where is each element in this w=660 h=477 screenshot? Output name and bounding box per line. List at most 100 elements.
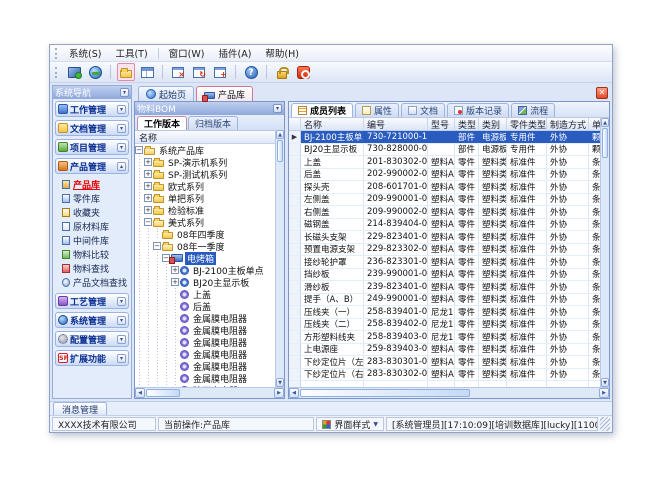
tree-node[interactable]: +SP-演示机系列 bbox=[135, 156, 275, 168]
scroll-down-icon[interactable]: ▼ bbox=[601, 378, 609, 387]
sidebar-item-1[interactable]: 零件库 bbox=[62, 192, 129, 204]
sidebar-group-3[interactable]: 产品管理▴ bbox=[55, 158, 129, 174]
message-manager-tab[interactable]: 消息管理 bbox=[53, 402, 107, 415]
table-row[interactable]: 磁钢盖214-839404-01X塑料ABS零件塑料类标准件外协条 bbox=[289, 219, 600, 232]
sidebar-item-2[interactable]: 收藏夹 bbox=[62, 206, 129, 218]
scrollbar-thumb[interactable] bbox=[146, 389, 180, 397]
chevron-up-icon[interactable]: ▴ bbox=[117, 162, 126, 171]
scroll-left-icon[interactable]: ◀ bbox=[289, 388, 299, 398]
scrollbar-track[interactable] bbox=[471, 388, 599, 398]
scrollbar-thumb[interactable] bbox=[602, 128, 608, 158]
table-row[interactable]: 右侧盖209-990002-01X塑料ABS零件塑料类标准件外协条 bbox=[289, 206, 600, 219]
sidebar-item-6[interactable]: 物料查找 bbox=[62, 262, 129, 274]
tree-node[interactable]: +BJ20主显示板 bbox=[135, 276, 275, 288]
column-header-type[interactable]: 类型 bbox=[455, 118, 479, 130]
tree-node[interactable]: −系统产品库 bbox=[135, 144, 275, 156]
close-tab-button[interactable]: ✕ bbox=[596, 87, 608, 99]
column-header-category[interactable]: 类别 bbox=[479, 118, 507, 130]
chevron-down-icon[interactable]: ▾ bbox=[117, 143, 126, 152]
document-tab-0[interactable]: 起始页 bbox=[138, 86, 194, 101]
members-tab-3[interactable]: 版本记录 bbox=[447, 103, 509, 117]
chevron-down-icon[interactable]: ▾ bbox=[117, 105, 126, 114]
tree-column-header[interactable]: 名称 bbox=[135, 131, 275, 144]
members-tab-4[interactable]: 流程 bbox=[511, 103, 555, 117]
chevron-down-icon[interactable]: ▾ bbox=[117, 297, 126, 306]
drag-grip[interactable] bbox=[55, 67, 58, 78]
tree-vertical-scrollbar[interactable]: ▲ ▼ bbox=[275, 130, 284, 387]
version-tab-0[interactable]: 工作版本 bbox=[137, 116, 187, 130]
chevron-down-icon[interactable]: ▾ bbox=[117, 335, 126, 344]
grid-vertical-scrollbar[interactable]: ▲ ▼ bbox=[600, 118, 609, 387]
sidebar-group-6[interactable]: 配置管理▾ bbox=[55, 331, 129, 347]
table-row[interactable]: 挡纱板239-990001-01X塑料ABS零件塑料类标准件外协条 bbox=[289, 269, 600, 282]
sidebar-group-0[interactable]: 工作管理▾ bbox=[55, 101, 129, 117]
scrollbar-thumb[interactable] bbox=[300, 389, 470, 397]
sidebar-group-7[interactable]: 扩展功能▾ bbox=[55, 350, 129, 366]
sidebar-item-3[interactable]: 原材料库 bbox=[62, 220, 129, 232]
table-row[interactable]: 提手（A、B）249-990001-01X塑料ABS零件塑料类标准件外协条 bbox=[289, 294, 600, 307]
scroll-down-icon[interactable]: ▼ bbox=[276, 378, 284, 387]
expander-icon[interactable]: + bbox=[144, 170, 152, 178]
table-row[interactable]: 接纱轮护罩236-823301-00X塑料ABS零件塑料类标准件外协条 bbox=[289, 256, 600, 269]
expander-icon[interactable]: + bbox=[144, 182, 152, 190]
drag-grip[interactable] bbox=[55, 48, 58, 59]
sidebar-item-0[interactable]: 产品库 bbox=[62, 178, 129, 190]
sidebar-item-5[interactable]: 物料比较 bbox=[62, 248, 129, 260]
table-row[interactable]: 后盖202-990002-01X塑料ABS零件塑料类标准件外协条 bbox=[289, 169, 600, 182]
scrollbar-thumb[interactable] bbox=[277, 140, 283, 162]
table-row[interactable]: 下纱定位片（右）283-830302-00X塑料ABS零件塑料类标准件外协条 bbox=[289, 369, 600, 382]
tree-node[interactable]: +BJ-2100主板单点 bbox=[135, 264, 275, 276]
tree-node[interactable]: +检验标准 bbox=[135, 204, 275, 216]
chevron-down-icon[interactable]: ▾ bbox=[117, 316, 126, 325]
menu-tools[interactable]: 工具(T) bbox=[108, 45, 154, 61]
scrollbar-track[interactable] bbox=[601, 159, 609, 378]
chevron-down-icon[interactable]: ▾ bbox=[117, 354, 126, 363]
members-tab-1[interactable]: 属性 bbox=[355, 103, 399, 117]
scroll-right-icon[interactable]: ▶ bbox=[599, 388, 609, 398]
expander-icon[interactable]: − bbox=[144, 218, 152, 226]
tree-node[interactable]: +欧式系列 bbox=[135, 180, 275, 192]
column-header-part_type[interactable]: 零件类型 bbox=[507, 118, 547, 130]
tree-node[interactable]: 08年四季度 bbox=[135, 228, 275, 240]
tree-horizontal-scrollbar[interactable]: ◀ ▶ bbox=[135, 387, 284, 398]
refresh-window-button[interactable] bbox=[190, 63, 208, 81]
table-row[interactable]: 左侧盖209-990001-01X塑料ABS零件塑料类标准件外协条 bbox=[289, 194, 600, 207]
table-row[interactable]: 上盖201-830302-00X塑料ABS零件塑料类标准件外协条 bbox=[289, 156, 600, 169]
table-row[interactable]: 压线夹（二）258-839402-00X尼龙1010零件塑料类标准件外协条 bbox=[289, 319, 600, 332]
expander-icon[interactable]: + bbox=[144, 206, 152, 214]
resize-grip[interactable] bbox=[600, 417, 610, 431]
scroll-right-icon[interactable]: ▶ bbox=[274, 388, 284, 398]
scroll-left-icon[interactable]: ◀ bbox=[135, 388, 145, 398]
table-row[interactable]: 压线夹（一）258-839401-00X尼龙1010零件塑料类标准件外协条 bbox=[289, 306, 600, 319]
table-row[interactable]: 长磁头支架229-823401-00X塑料ABS零件塑料类标准件外协条 bbox=[289, 231, 600, 244]
sidebar-group-5[interactable]: 系统管理▾ bbox=[55, 312, 129, 328]
table-row[interactable]: 方形塑料线夹258-839403-00X尼龙1010零件塑料类标准件外协条 bbox=[289, 331, 600, 344]
table-row[interactable]: 预置电源支架229-823302-00X塑料ABS零件塑料类标准件外协条 bbox=[289, 244, 600, 257]
expander-icon[interactable]: + bbox=[144, 158, 152, 166]
help-button[interactable] bbox=[242, 63, 260, 81]
version-tab-1[interactable]: 归档版本 bbox=[188, 116, 238, 130]
sidebar-group-1[interactable]: 文档管理▾ bbox=[55, 120, 129, 136]
web-button[interactable] bbox=[86, 63, 104, 81]
tree-node[interactable]: 金属膜电阻器 bbox=[135, 348, 275, 360]
scrollbar-track[interactable] bbox=[181, 388, 274, 398]
tree-node[interactable]: +SP-测试机系列 bbox=[135, 168, 275, 180]
document-tab-1[interactable]: 产品库 bbox=[196, 86, 253, 101]
tree-node[interactable]: 后盖 bbox=[135, 300, 275, 312]
table-row[interactable]: 上电源座259-839403-00X塑料ABS零件塑料类标准件外协条 bbox=[289, 344, 600, 357]
column-header-code[interactable]: 编号 bbox=[364, 118, 428, 130]
expander-icon[interactable]: − bbox=[135, 146, 143, 154]
menu-system[interactable]: 系统(S) bbox=[62, 45, 108, 61]
table-row[interactable]: BJ20主显示板730-828000-04X部件电源板专用件外协颗 bbox=[289, 144, 600, 157]
chevron-down-icon[interactable]: ▾ bbox=[117, 124, 126, 133]
sidebar-item-4[interactable]: 中间件库 bbox=[62, 234, 129, 246]
column-header-model[interactable]: 型号 bbox=[428, 118, 455, 130]
scroll-up-icon[interactable]: ▲ bbox=[601, 118, 609, 127]
table-row[interactable]: 下纱定位片（左）283-830301-00X塑料ABS零件塑料类标准件外协条 bbox=[289, 356, 600, 369]
column-header-make[interactable]: 制造方式 bbox=[547, 118, 589, 130]
tree-node[interactable]: 金属膜电阻器 bbox=[135, 312, 275, 324]
tree-node[interactable]: −电烤箱 bbox=[135, 252, 275, 264]
tree-node[interactable]: −美式系列 bbox=[135, 216, 275, 228]
tree-node[interactable]: +单把系列 bbox=[135, 192, 275, 204]
menu-window[interactable]: 窗口(W) bbox=[162, 45, 212, 61]
